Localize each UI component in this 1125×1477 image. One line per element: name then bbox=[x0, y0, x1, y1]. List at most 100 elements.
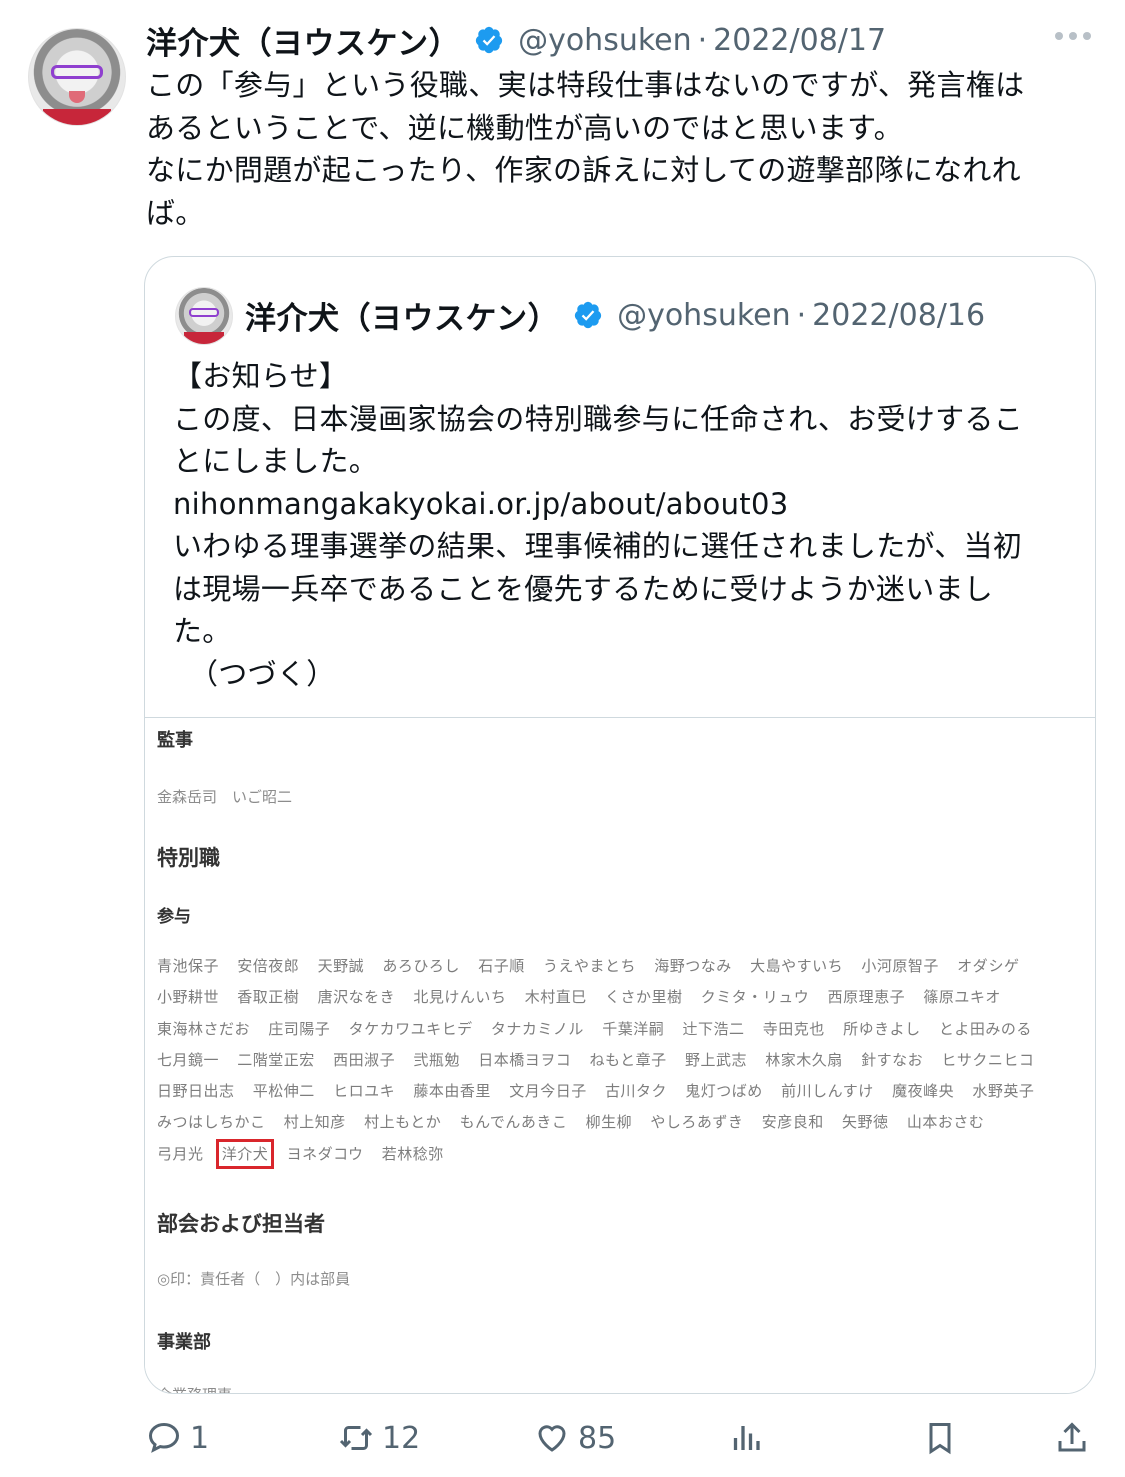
tweet-date[interactable]: 2022/08/17 bbox=[713, 23, 886, 58]
sanyo-name: 寺田克也 bbox=[762, 1019, 825, 1038]
verified-badge-icon bbox=[475, 26, 503, 54]
sanyo-name: 村上もとか bbox=[364, 1113, 442, 1132]
sanyo-name: 西原理恵子 bbox=[827, 988, 906, 1007]
reply-count: 1 bbox=[190, 1420, 210, 1456]
sanyo-name: タケカワユキヒデ bbox=[348, 1019, 473, 1038]
quoted-author-handle: @yohsuken bbox=[617, 297, 791, 333]
sanyo-name: 安彦良和 bbox=[761, 1113, 824, 1132]
highlighted-name: 洋介犬 bbox=[215, 1138, 275, 1169]
quoted-text-line: は現場一兵卒であることを優先するために受けようか迷いまし bbox=[173, 571, 994, 606]
sanyo-name: 針すなお bbox=[861, 1050, 924, 1069]
quoted-text-line: この度、日本漫画家協会の特別職参与に任命され、お受けするこ bbox=[173, 401, 1023, 436]
sanyo-name: 林家木久扇 bbox=[765, 1050, 843, 1069]
sanyo-name: 海野つなみ bbox=[654, 957, 732, 975]
sanyo-name: 小河原智子 bbox=[861, 957, 939, 975]
sanyo-name: 庄司陽子 bbox=[268, 1019, 331, 1038]
sanyo-name: 若林稔弥 bbox=[381, 1144, 444, 1163]
sanyo-name: 日本橋ヨヲコ bbox=[478, 1050, 572, 1069]
sanyo-name: 日野日出志 bbox=[157, 1082, 235, 1101]
sanyo-name: クミタ・リュウ bbox=[700, 988, 810, 1007]
quoted-image[interactable]: 監事 金森岳司 いご昭二 特別職 参与 青池保子 安倍夜郎 天野誠 あろひろし … bbox=[145, 717, 1095, 1393]
sanyo-name: 前川しんすけ bbox=[781, 1082, 874, 1101]
quoted-text-line: た。 bbox=[173, 614, 232, 648]
sanyo-name: 弓月光 bbox=[157, 1144, 204, 1163]
sanyo-name: 石子順 bbox=[478, 957, 525, 975]
sanyo-name: 魔夜峰央 bbox=[892, 1082, 955, 1101]
sanyo-name: 藤本由香里 bbox=[413, 1082, 491, 1101]
sanyo-name: 矢野徳 bbox=[842, 1113, 889, 1132]
sanyo-name: 古川タク bbox=[604, 1082, 667, 1101]
sanyo-name: 所ゆきよし bbox=[843, 1019, 921, 1038]
sanyo-name: ねもと章子 bbox=[589, 1050, 667, 1069]
sanyo-name: 西田淑子 bbox=[333, 1050, 396, 1069]
quoted-tweet[interactable]: 洋介犬（ヨウスケン） @yohsuken · 2022/08/16 【お知らせ】… bbox=[144, 256, 1096, 1394]
sanyo-name: 辻下浩二 bbox=[682, 1019, 745, 1038]
like-button[interactable]: 85 bbox=[534, 1420, 616, 1456]
sanyo-name: 北見けんいち bbox=[413, 988, 507, 1007]
views-icon bbox=[733, 1426, 760, 1450]
sanyo-name: あろひろし bbox=[382, 957, 460, 975]
more-icon[interactable] bbox=[1055, 32, 1091, 40]
quoted-date: 2022/08/16 bbox=[812, 297, 986, 333]
bookmark-button[interactable] bbox=[922, 1420, 958, 1456]
avatar-tongue bbox=[69, 91, 85, 103]
quoted-header: 洋介犬（ヨウスケン） @yohsuken · 2022/08/16 bbox=[245, 293, 985, 337]
tweet-text-line: なにか問題が起こったり、作家の訴えに対しての遊撃部隊になれれ bbox=[146, 153, 1021, 187]
like-count: 85 bbox=[578, 1420, 617, 1456]
bookmark-icon bbox=[929, 1423, 951, 1455]
tweet-text-line: この「参与」という役職、実は特段仕事はないのですが、発言権は bbox=[146, 68, 1025, 102]
sanyo-name: オダシゲ bbox=[957, 957, 1020, 975]
sanyo-name: ヒサクニヒコ bbox=[941, 1050, 1035, 1069]
sanyo-name: タナカミノル bbox=[490, 1019, 584, 1038]
sanyo-name: 唐沢なをき bbox=[317, 988, 396, 1007]
sanyo-names: 青池保子 安倍夜郎 天野誠 あろひろし 石子順 うえやまとち 海野つなみ 大島や… bbox=[157, 951, 1057, 1170]
sanyo-name: 香取正樹 bbox=[237, 988, 300, 1007]
sanyo-name: 水野英子 bbox=[972, 1082, 1035, 1101]
quoted-text-line: とにしました。 bbox=[173, 444, 379, 478]
share-icon bbox=[1058, 1422, 1086, 1452]
retweet-icon bbox=[339, 1426, 373, 1450]
sanyo-name: 千葉洋嗣 bbox=[602, 1019, 665, 1038]
avatar-collar bbox=[184, 332, 224, 344]
verified-badge-icon bbox=[574, 301, 602, 329]
share-button[interactable] bbox=[1054, 1420, 1090, 1456]
tweet-text-line: ば。 bbox=[146, 195, 205, 230]
heading-bukai: 部会および担当者 bbox=[157, 1212, 325, 1236]
sanyo-name: もんでんあきこ bbox=[459, 1113, 568, 1132]
quoted-text-line: いわゆる理事選挙の結果、理事候補的に選任されましたが、当初 bbox=[173, 529, 1023, 563]
heading-jigyo: 事業部 bbox=[157, 1332, 211, 1353]
tweet-text-line: あるということで、逆に機動性が高いのではと思います。 bbox=[146, 110, 903, 145]
reply-icon bbox=[148, 1422, 180, 1453]
retweet-button[interactable]: 12 bbox=[338, 1420, 420, 1456]
separator-dot: · bbox=[796, 297, 807, 333]
tweet-header: 洋介犬（ヨウスケン） @yohsuken · 2022/08/17 bbox=[146, 18, 1095, 62]
sanyo-name: ヒロユキ bbox=[333, 1082, 396, 1101]
reply-button[interactable]: 1 bbox=[146, 1420, 209, 1456]
sanyo-name: 篠原ユキオ bbox=[923, 988, 1001, 1007]
author-handle[interactable]: @yohsuken bbox=[518, 23, 692, 58]
sanyo-name: 鬼灯つばめ bbox=[685, 1082, 763, 1101]
sanyo-name: やしろあずき bbox=[650, 1113, 744, 1132]
sanyo-name: 平松伸二 bbox=[252, 1082, 315, 1101]
quoted-text-line: 【お知らせ】 bbox=[173, 359, 349, 393]
sanyo-name: 青池保子 bbox=[157, 957, 220, 975]
action-bar: 1 12 85 bbox=[0, 1410, 1125, 1470]
views-button[interactable] bbox=[728, 1420, 764, 1456]
sanyo-name: ヨネダコウ bbox=[286, 1144, 364, 1163]
quoted-author-name: 洋介犬（ヨウスケン） bbox=[245, 300, 560, 337]
sanyo-name: うえやまとち bbox=[542, 957, 636, 975]
sanyo-name: 二階堂正宏 bbox=[237, 1050, 315, 1069]
tweet-text: この「参与」という役職、実は特段仕事はないのですが、発言権は あるということで、… bbox=[146, 64, 1086, 234]
retweet-count: 12 bbox=[382, 1420, 421, 1456]
sanyo-name: 安倍夜郎 bbox=[237, 957, 300, 975]
quoted-link[interactable]: nihonmangakakyokai.or.jp/about/about03 bbox=[173, 483, 1073, 526]
author-name[interactable]: 洋介犬（ヨウスケン） bbox=[146, 18, 460, 63]
separator-dot: · bbox=[697, 22, 708, 58]
sanyo-name: 小野耕世 bbox=[157, 988, 220, 1007]
avatar[interactable] bbox=[28, 28, 126, 126]
sanyo-name: 大島やすいち bbox=[750, 957, 844, 975]
bukai-note: ◎印：責任者（ ）内は部員 bbox=[157, 1270, 351, 1288]
heading-special: 特別職 bbox=[157, 846, 220, 870]
kanji-names: 金森岳司 いご昭二 bbox=[157, 788, 293, 806]
sanyo-name: 文月今日子 bbox=[509, 1082, 587, 1101]
